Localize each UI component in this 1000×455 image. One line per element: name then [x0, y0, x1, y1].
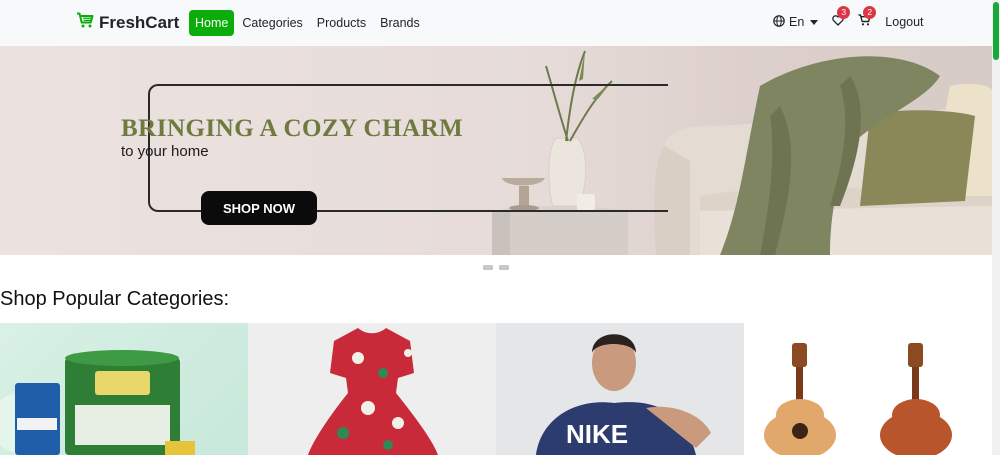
category-image: NIKE — [536, 334, 711, 455]
shop-now-button[interactable]: SHOP NOW — [201, 191, 317, 225]
page: FreshCart Home Categories Products Brand… — [0, 0, 1000, 455]
cart-count-badge: 2 — [863, 6, 877, 19]
category-image — [308, 328, 438, 455]
wishlist-button[interactable]: 3 — [832, 6, 851, 31]
globe-icon — [773, 14, 785, 30]
nav-brands[interactable]: Brands — [374, 10, 426, 36]
navbar: FreshCart Home Categories Products Brand… — [0, 0, 992, 46]
slide-indicator-1[interactable] — [483, 265, 493, 270]
slider-indicators — [483, 265, 509, 270]
hero-title: BRINGING A COZY CHARM — [121, 115, 464, 142]
hero-subtitle: to your home — [121, 143, 209, 160]
wishlist-count-badge: 3 — [837, 6, 851, 19]
category-image — [764, 343, 952, 455]
category-card-mens-fashion[interactable]: NIKE — [496, 323, 744, 455]
brand-logo[interactable]: FreshCart — [76, 12, 179, 33]
category-card-womens-fashion[interactable] — [248, 323, 496, 455]
hero-slider[interactable]: BRINGING A COZY CHARM to your home SHOP … — [0, 46, 992, 255]
category-card-grocery[interactable] — [0, 323, 248, 455]
scrollbar-thumb[interactable] — [993, 2, 999, 60]
nav-products[interactable]: Products — [311, 10, 372, 36]
category-image — [0, 350, 195, 455]
nav-categories[interactable]: Categories — [236, 10, 308, 36]
cart-icon — [76, 12, 94, 33]
language-dropdown[interactable]: En — [773, 14, 819, 30]
section-title: Shop Popular Categories: — [0, 288, 230, 310]
cart-button[interactable]: 2 — [858, 6, 877, 31]
brand-name: FreshCart — [99, 12, 180, 32]
language-label: En — [789, 15, 805, 29]
user-menu: En 3 2 Logout — [773, 6, 924, 36]
main-nav: Home Categories Products Brands — [189, 10, 428, 36]
category-carousel: NIKE — [0, 323, 992, 455]
page-scrollbar[interactable] — [992, 0, 1000, 455]
nav-home[interactable]: Home — [189, 10, 235, 36]
category-card-music[interactable] — [744, 323, 992, 455]
slide-indicator-2[interactable] — [499, 265, 509, 270]
svg-text:NIKE: NIKE — [566, 419, 628, 449]
chevron-down-icon — [810, 19, 819, 25]
logout-link[interactable]: Logout — [885, 15, 923, 29]
